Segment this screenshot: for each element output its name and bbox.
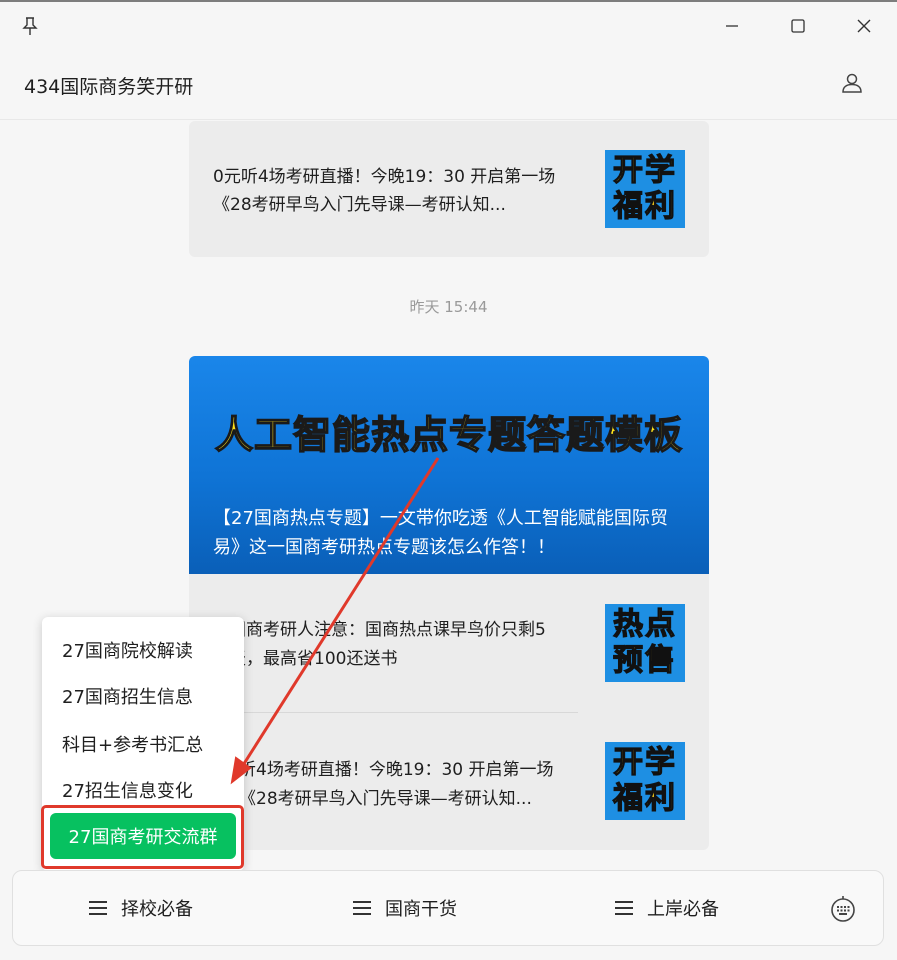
hero-image-title: 人工智能热点专题答题模板 bbox=[214, 412, 683, 458]
thumbnail-text-2: 预售 bbox=[612, 642, 677, 678]
thumbnail-text-1: 开学 bbox=[612, 152, 677, 188]
submenu-item[interactable]: 27招生信息变化 bbox=[62, 777, 193, 803]
article-thumbnail: 开学 福利 bbox=[605, 150, 685, 228]
account-title: 434国际商务笑开研 bbox=[24, 76, 194, 98]
keyboard-icon[interactable] bbox=[829, 895, 857, 923]
menu-item-content[interactable]: 国商干货 bbox=[353, 895, 457, 921]
menu-icon bbox=[615, 901, 633, 915]
close-icon[interactable] bbox=[844, 8, 884, 44]
submenu-item[interactable]: 27国商招生信息 bbox=[62, 683, 193, 709]
title-bar bbox=[0, 2, 897, 48]
submenu-item[interactable]: 27国商院校解读 bbox=[62, 637, 193, 663]
annotation-highlight-box bbox=[41, 805, 244, 869]
hero-article[interactable]: 人工智能热点专题答题模板 【27国商热点专题】一文带你吃透《人工智能赋能国际贸易… bbox=[189, 356, 709, 574]
bottom-menu-bar: 择校必备 国商干货 上岸必备 bbox=[12, 870, 884, 946]
menu-item-success[interactable]: 上岸必备 bbox=[615, 895, 719, 921]
menu-icon bbox=[353, 901, 371, 915]
thumbnail-text-1: 开学 bbox=[612, 744, 677, 780]
menu-label: 国商干货 bbox=[385, 899, 457, 920]
article-card-top[interactable]: 0元听4场考研直播！今晚19：30 开启第一场《28考研早鸟入门先导课—考研认知… bbox=[189, 121, 709, 257]
article-title: 0元听4场考研直播！今晚19：30 开启第一场《28考研早鸟入门先导课—考研认知… bbox=[213, 167, 556, 215]
hero-caption: 【27国商热点专题】一文带你吃透《人工智能赋能国际贸易》这一国商考研热点专题该怎… bbox=[213, 508, 668, 558]
menu-icon bbox=[89, 901, 107, 915]
thumbnail-text-2: 福利 bbox=[612, 780, 677, 816]
user-icon[interactable] bbox=[837, 68, 867, 98]
submenu-item[interactable]: 科目+参考书汇总 bbox=[62, 731, 203, 757]
article-item-3-thumbnail: 开学 福利 bbox=[605, 742, 685, 820]
pin-icon[interactable] bbox=[10, 8, 50, 44]
thumbnail-text-1: 热点 bbox=[612, 606, 677, 642]
list-divider bbox=[240, 712, 578, 713]
minimize-icon[interactable] bbox=[712, 8, 752, 44]
menu-label: 择校必备 bbox=[121, 899, 193, 920]
message-timestamp: 昨天 15:44 bbox=[409, 298, 488, 316]
menu-item-school[interactable]: 择校必备 bbox=[89, 895, 193, 921]
article-item-2-thumbnail: 热点 预售 bbox=[605, 604, 685, 682]
menu-label: 上岸必备 bbox=[647, 899, 719, 920]
thumbnail-text-2: 福利 bbox=[612, 188, 677, 224]
article-item-3-title[interactable]: 听4场考研直播！今晚19：30 开启第一场《28考研早鸟入门先导课—考研认知..… bbox=[239, 756, 584, 814]
maximize-icon[interactable] bbox=[778, 8, 818, 44]
chat-header: 434国际商务笑开研 bbox=[0, 48, 897, 120]
article-item-2-title[interactable]: 国商考研人注意：国商热点课早鸟价只剩5天，最高省100还送书 bbox=[229, 616, 569, 674]
